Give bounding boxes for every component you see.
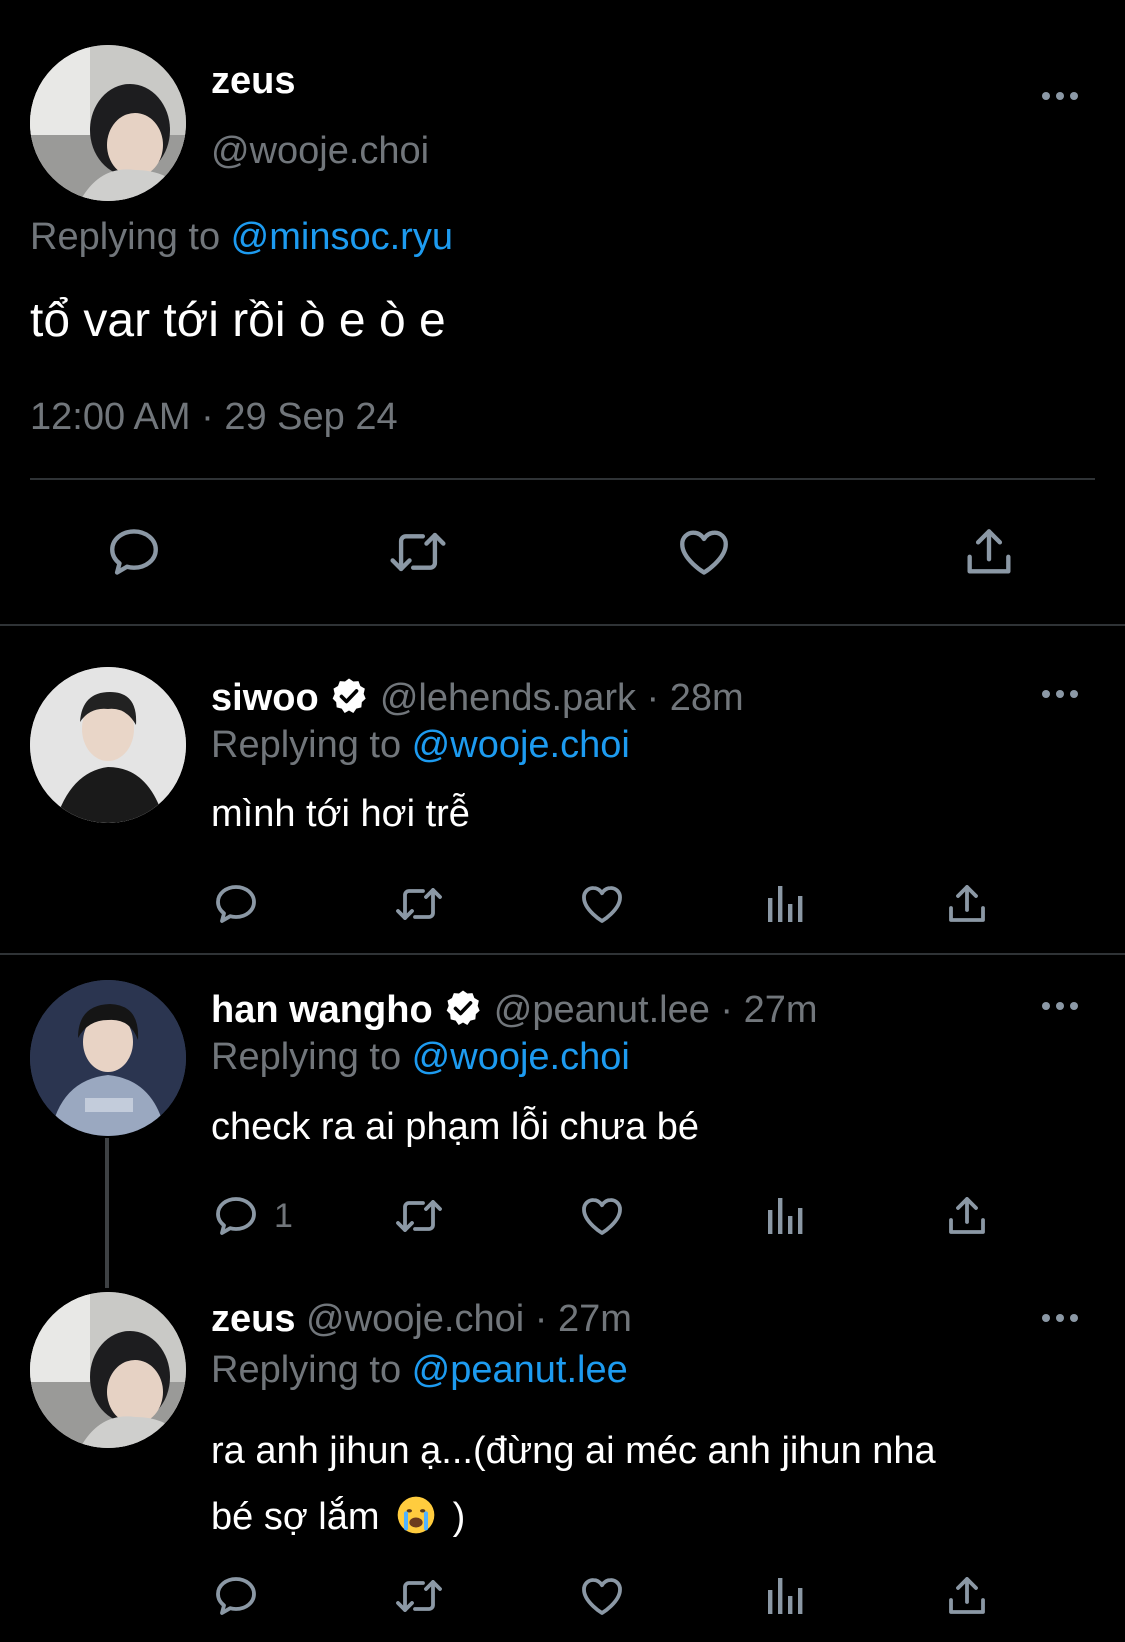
handle-and-time[interactable]: @lehends.park · 28m bbox=[380, 677, 744, 719]
tweet-text-line: ra anh jihun ạ...(đừng ai méc anh jihun … bbox=[211, 1430, 936, 1472]
like-button[interactable] bbox=[578, 1572, 626, 1620]
author-name[interactable]: han wangho bbox=[211, 989, 433, 1031]
reply-count: 1 bbox=[274, 1196, 293, 1235]
comment-icon bbox=[216, 1577, 256, 1615]
reply-header: zeus @wooje.choi · 27m bbox=[211, 1298, 632, 1341]
tweet-text: check ra ai phạm lỗi chưa bé bbox=[211, 1106, 700, 1148]
share-button[interactable] bbox=[960, 523, 1018, 581]
crying-face-emoji-icon bbox=[397, 1496, 435, 1534]
like-button[interactable] bbox=[675, 523, 733, 581]
author-handle[interactable]: @wooje.choi bbox=[211, 130, 429, 173]
heart-icon bbox=[582, 1578, 622, 1615]
comment-icon bbox=[110, 529, 158, 575]
verified-badge-icon bbox=[446, 990, 480, 1025]
avatar[interactable] bbox=[30, 667, 186, 823]
more-icon[interactable] bbox=[1042, 90, 1082, 102]
retweet-icon bbox=[396, 888, 442, 920]
share-icon bbox=[949, 1197, 985, 1234]
replying-handle-link[interactable]: @peanut.lee bbox=[412, 1349, 628, 1391]
replying-to: Replying to @peanut.lee bbox=[211, 1349, 628, 1392]
views-button[interactable] bbox=[762, 1572, 810, 1620]
reply-button[interactable] bbox=[212, 880, 260, 928]
retweet-icon bbox=[396, 1580, 442, 1612]
tweet-text: mình tới hơi trễ bbox=[211, 793, 470, 835]
share-icon bbox=[949, 885, 985, 922]
thread-line bbox=[105, 1138, 109, 1288]
share-icon bbox=[949, 1577, 985, 1614]
replying-handle-link[interactable]: @wooje.choi bbox=[412, 1036, 630, 1078]
divider bbox=[0, 953, 1125, 955]
reply-header: siwoo @lehends.park · 28m bbox=[211, 676, 744, 720]
replying-handle-link[interactable]: @wooje.choi bbox=[412, 724, 630, 766]
handle-and-time[interactable]: @peanut.lee · 27m bbox=[494, 989, 818, 1031]
tweet-text-part: ) bbox=[452, 1496, 466, 1538]
tweet-timestamp[interactable]: 12:00 AM · 29 Sep 24 bbox=[30, 396, 398, 439]
retweet-icon bbox=[390, 532, 446, 572]
share-button[interactable] bbox=[943, 1192, 991, 1240]
author-name[interactable]: siwoo bbox=[211, 677, 319, 719]
retweet-button[interactable] bbox=[392, 1192, 446, 1240]
tweet-text-line: bé sợ lắm ) bbox=[211, 1484, 1091, 1550]
reply-button[interactable] bbox=[105, 523, 163, 581]
divider bbox=[0, 624, 1125, 626]
retweet-button[interactable] bbox=[386, 523, 450, 581]
more-icon[interactable] bbox=[1042, 1312, 1082, 1324]
retweet-icon bbox=[396, 1200, 442, 1232]
heart-icon bbox=[680, 530, 728, 575]
share-button[interactable] bbox=[943, 1572, 991, 1620]
share-icon bbox=[967, 529, 1011, 574]
replying-to: Replying to @wooje.choi bbox=[211, 1036, 630, 1079]
comment-icon bbox=[216, 1197, 256, 1235]
heart-icon bbox=[582, 886, 622, 923]
tweet-text-part: bé sợ lắm bbox=[211, 1496, 380, 1538]
reply-header: han wangho @peanut.lee · 27m bbox=[211, 988, 818, 1032]
replying-prefix: Replying to bbox=[30, 216, 231, 258]
reply-button[interactable] bbox=[212, 1572, 260, 1620]
more-icon[interactable] bbox=[1042, 688, 1082, 700]
share-button[interactable] bbox=[943, 880, 991, 928]
views-icon bbox=[768, 1578, 803, 1614]
tweet-text: ra anh jihun ạ...(đừng ai méc anh jihun … bbox=[211, 1418, 1091, 1550]
like-button[interactable] bbox=[578, 1192, 626, 1240]
replying-prefix: Replying to bbox=[211, 1036, 412, 1078]
author-name[interactable]: zeus bbox=[211, 60, 295, 103]
views-button[interactable] bbox=[762, 880, 810, 928]
retweet-button[interactable] bbox=[392, 880, 446, 928]
tweet-text: tổ var tới rồi ò e ò e bbox=[30, 294, 446, 347]
avatar[interactable] bbox=[30, 45, 186, 201]
comment-icon bbox=[216, 885, 256, 923]
avatar[interactable] bbox=[30, 980, 186, 1136]
verified-badge-icon bbox=[332, 678, 366, 713]
views-icon bbox=[768, 1198, 803, 1234]
views-button[interactable] bbox=[762, 1192, 810, 1240]
reply-button[interactable]: 1 bbox=[212, 1192, 293, 1240]
views-icon bbox=[768, 886, 803, 922]
replying-prefix: Replying to bbox=[211, 1349, 412, 1391]
replying-prefix: Replying to bbox=[211, 724, 412, 766]
replying-to: Replying to @wooje.choi bbox=[211, 724, 630, 767]
heart-icon bbox=[582, 1198, 622, 1235]
like-button[interactable] bbox=[578, 880, 626, 928]
avatar[interactable] bbox=[30, 1292, 186, 1448]
replying-handle-link[interactable]: @minsoc.ryu bbox=[231, 216, 453, 258]
replying-to: Replying to @minsoc.ryu bbox=[30, 216, 453, 259]
more-icon[interactable] bbox=[1042, 1000, 1082, 1012]
divider bbox=[30, 478, 1095, 480]
handle-and-time[interactable]: @wooje.choi · 27m bbox=[306, 1298, 632, 1340]
retweet-button[interactable] bbox=[392, 1572, 446, 1620]
author-name[interactable]: zeus bbox=[211, 1298, 295, 1340]
